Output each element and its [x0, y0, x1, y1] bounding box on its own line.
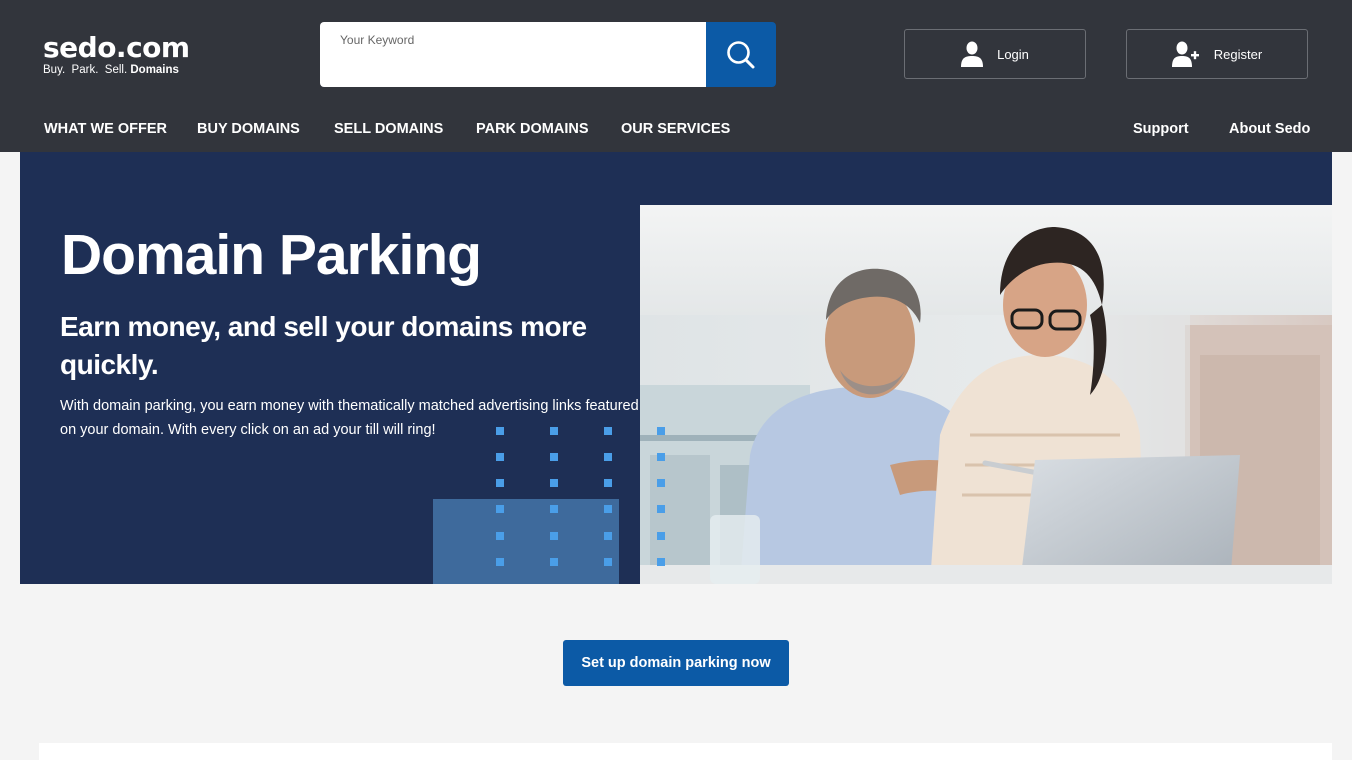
search-label: Your Keyword: [340, 33, 415, 47]
search-box: Your Keyword: [320, 22, 706, 87]
logo-wordmark: sedo.com: [43, 31, 190, 64]
site-header: sedo.com Buy. Park. Sell. Domains Your K…: [0, 0, 1352, 152]
content-card: [39, 743, 1332, 760]
setup-parking-button[interactable]: Set up domain parking now: [563, 640, 789, 686]
user-icon: [961, 41, 984, 67]
search-input[interactable]: [340, 54, 690, 78]
hero-description: With domain parking, you earn money with…: [60, 398, 639, 438]
nav-sell-domains[interactable]: SELL DOMAINS: [334, 121, 443, 137]
search-button[interactable]: [706, 22, 776, 87]
register-button[interactable]: Register: [1126, 29, 1308, 79]
search-icon: [727, 40, 755, 68]
hero-banner: Domain Parking Earn money, and sell your…: [20, 152, 1332, 584]
nav-buy-domains[interactable]: BUY DOMAINS: [197, 121, 300, 137]
nav-support[interactable]: Support: [1133, 121, 1189, 137]
logo-tagline-strong: Domains: [130, 64, 179, 76]
nav-our-services[interactable]: OUR SERVICES: [621, 121, 730, 137]
page-title: Domain Parking: [61, 223, 482, 287]
hero-subtitle: Earn money, and sell your domains more q…: [60, 311, 587, 380]
decorative-block: [433, 499, 619, 584]
login-button[interactable]: Login: [904, 29, 1086, 79]
login-label: Login: [997, 46, 1029, 62]
user-plus-icon: [1171, 41, 1200, 67]
sedo-logo[interactable]: sedo.com Buy. Park. Sell. Domains: [43, 33, 190, 77]
nav-what-we-offer[interactable]: WHAT WE OFFER: [44, 121, 167, 137]
hero-photo: [640, 205, 1332, 584]
logo-tagline: Buy. Park. Sell. Domains: [43, 64, 190, 77]
nav-park-domains[interactable]: PARK DOMAINS: [476, 121, 589, 137]
nav-about-sedo[interactable]: About Sedo: [1229, 121, 1310, 137]
register-label: Register: [1213, 46, 1263, 62]
logo-tagline-plain: Buy. Park. Sell.: [43, 64, 128, 76]
